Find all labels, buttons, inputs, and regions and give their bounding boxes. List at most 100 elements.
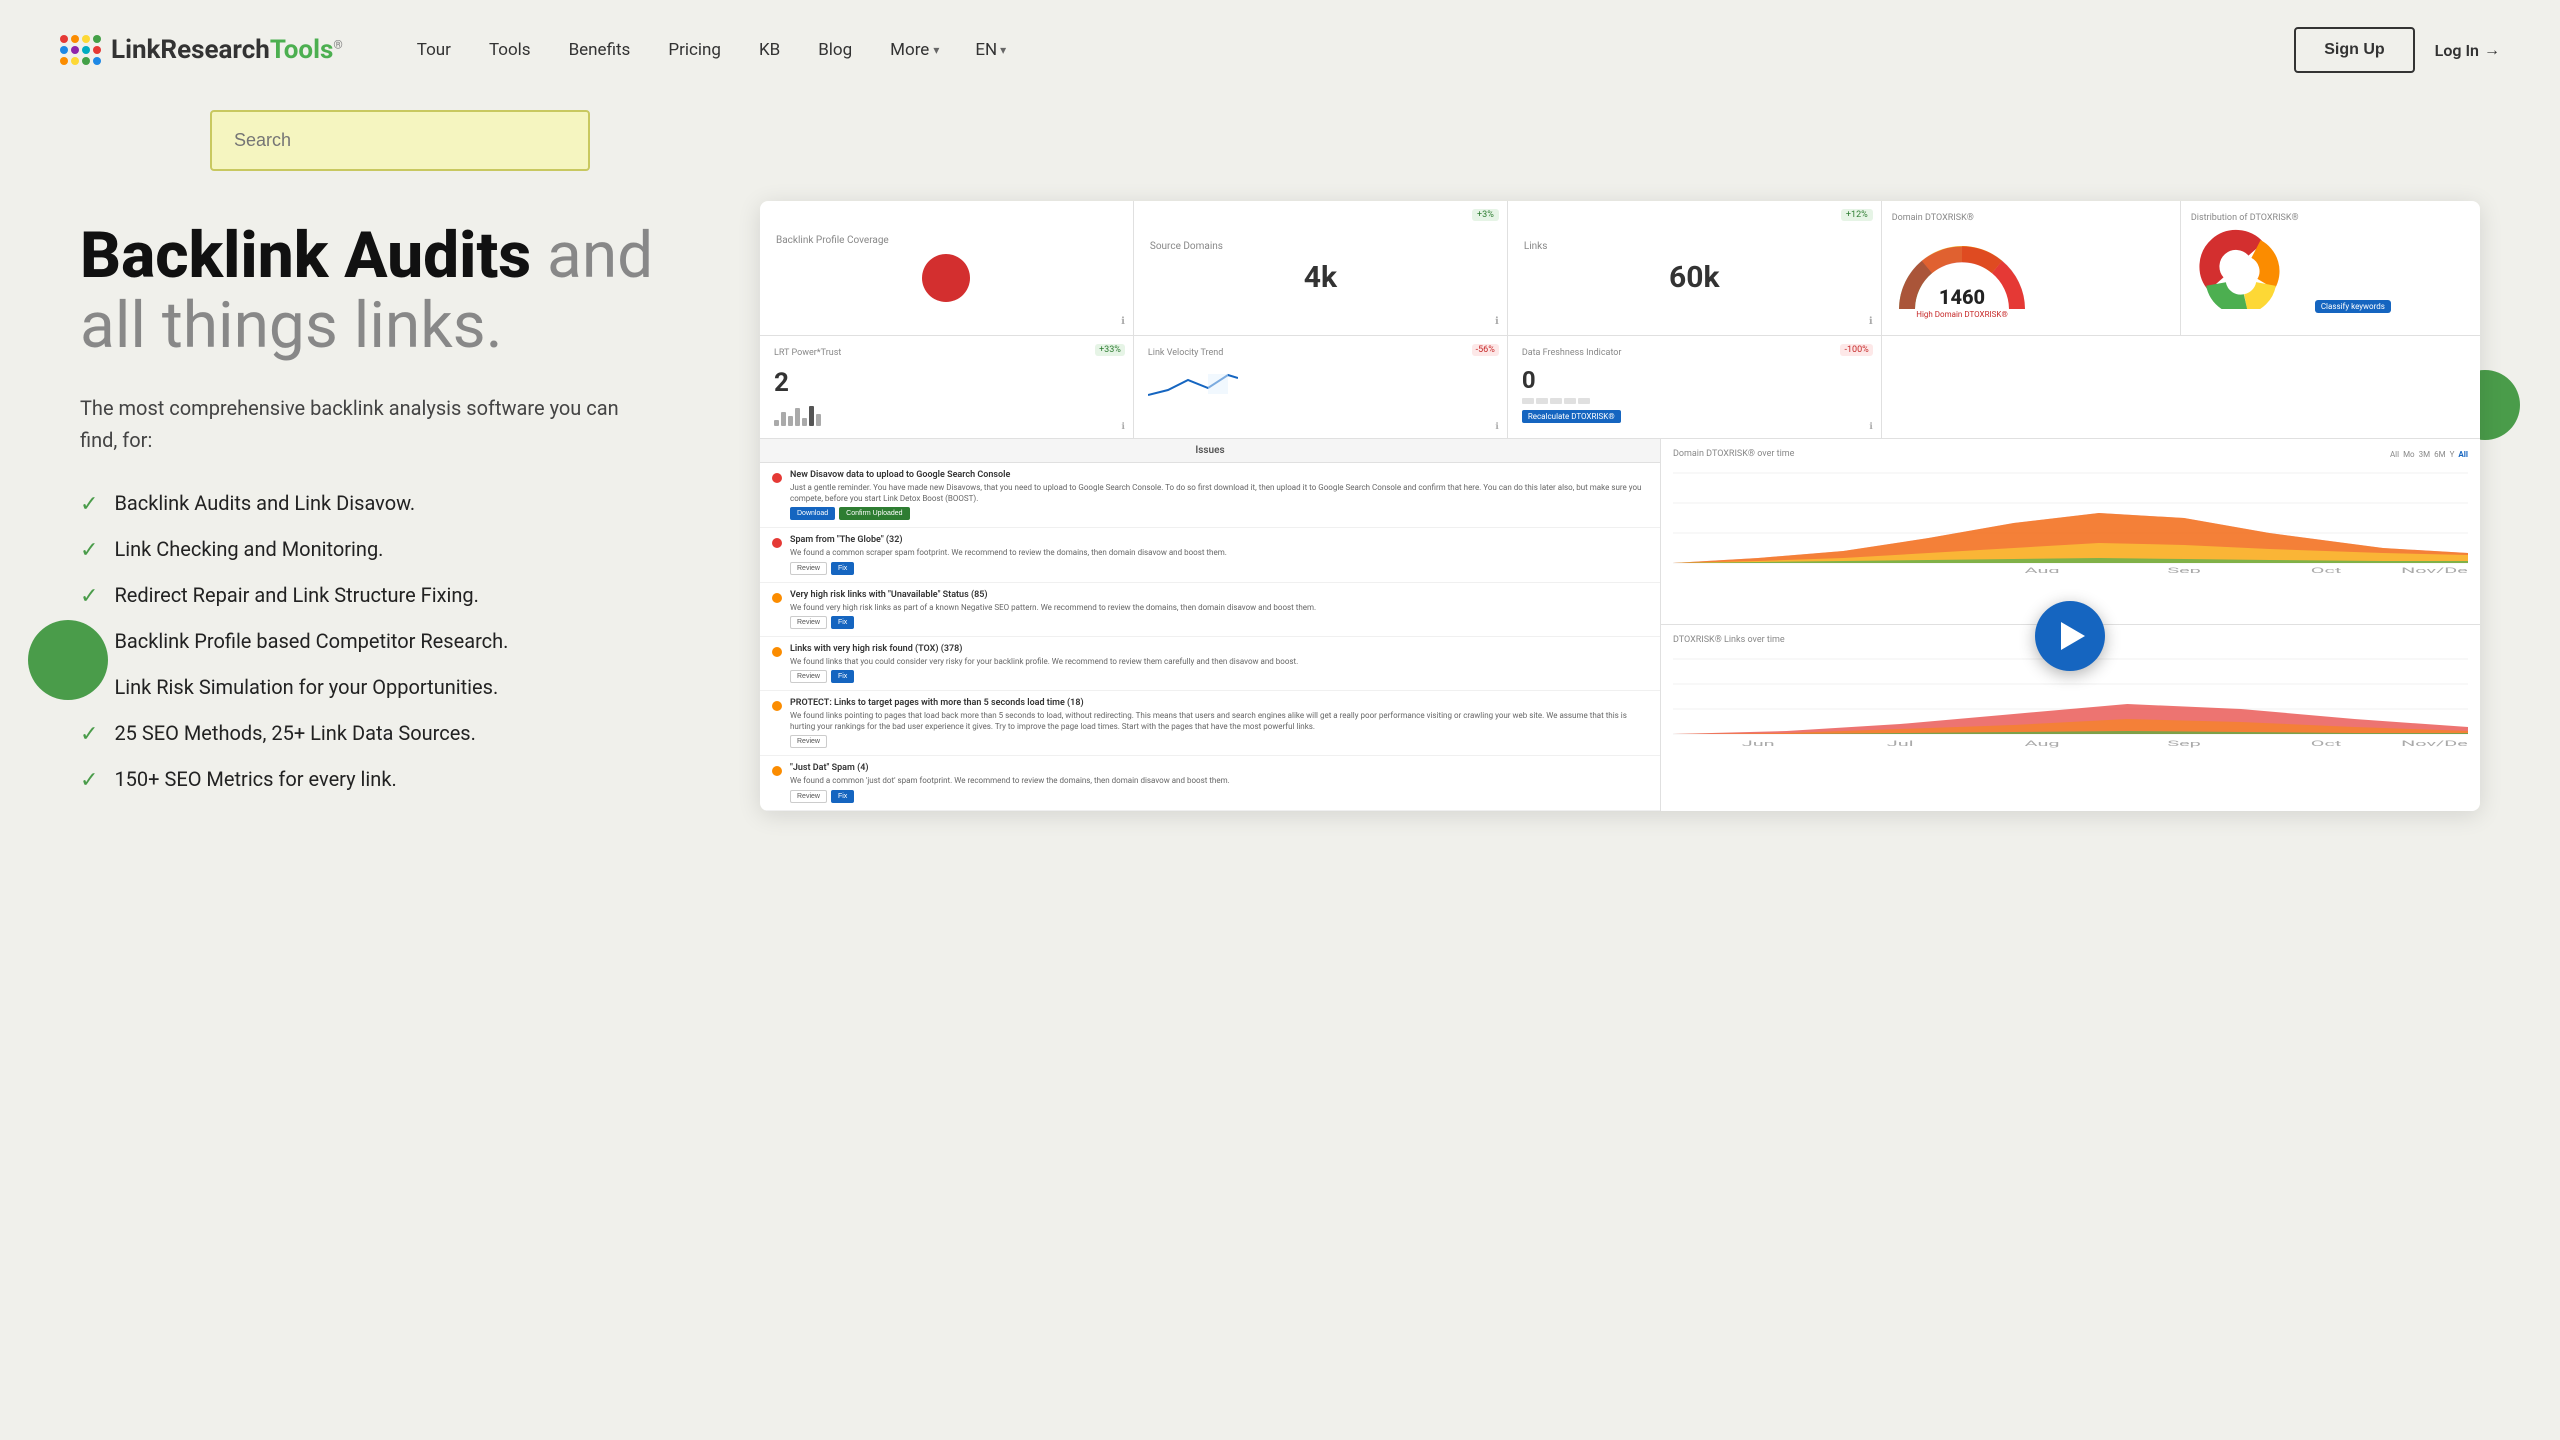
- issue-row-tox: Links with very high risk found (TOX) (3…: [760, 637, 1660, 691]
- chart1-tab-all[interactable]: All: [2390, 450, 2399, 459]
- issue-indicator-red: [772, 473, 782, 483]
- list-item: ✓ Link Risk Simulation for your Opportun…: [80, 675, 700, 701]
- chart1-tab-y[interactable]: Y: [2450, 450, 2455, 459]
- dashboard-row2-empty: [1882, 336, 2480, 438]
- fix-btn[interactable]: Fix: [831, 616, 854, 629]
- nav-item-more[interactable]: More ▾: [876, 32, 953, 68]
- decorative-circle-left: [28, 620, 108, 700]
- dashboard-bottom: Issues New Disavow data to upload to Goo…: [760, 439, 2480, 811]
- recalculate-btn[interactable]: Recalculate DTOXRISK®: [1522, 410, 1621, 423]
- lang-chevron-icon: ▾: [1000, 43, 1006, 57]
- nav-item-tour[interactable]: Tour: [403, 32, 465, 68]
- nav-item-benefits[interactable]: Benefits: [555, 32, 645, 68]
- chevron-down-icon: ▾: [933, 43, 939, 57]
- links-badge: +12%: [1841, 209, 1873, 221]
- lrt-value: 2: [774, 368, 1119, 398]
- chart1-tab-all2[interactable]: All: [2458, 450, 2468, 459]
- freshness-bars: [1522, 398, 1867, 404]
- dashboard-preview: Backlink Profile Coverage ℹ Source Domai…: [760, 201, 2480, 811]
- svg-text:Aug: Aug: [2025, 740, 2060, 748]
- check-icon: ✓: [80, 722, 98, 747]
- language-selector[interactable]: EN ▾: [963, 32, 1018, 68]
- dashboard-card-links: Links +12% 60k ℹ: [1508, 201, 1882, 335]
- info-icon: ℹ: [1495, 316, 1499, 327]
- svg-text:Sep: Sep: [2167, 566, 2200, 573]
- dashboard-card-lrt: LRT Power*Trust +33% 2: [760, 336, 1134, 438]
- review-btn[interactable]: Review: [790, 616, 827, 629]
- search-input[interactable]: [210, 110, 590, 171]
- issue-row-justdat: "Just Dat" Spam (4) We found a common 'j…: [760, 756, 1660, 810]
- check-icon: ✓: [80, 584, 98, 609]
- dashboard-row-1: Backlink Profile Coverage ℹ Source Domai…: [760, 201, 2480, 336]
- issue-indicator-orange: [772, 766, 782, 776]
- charts-panel: Domain DTOXRISK® over time All Mo 3M 6M …: [1661, 439, 2480, 811]
- issues-panel: Issues New Disavow data to upload to Goo…: [760, 439, 1661, 811]
- fix-btn[interactable]: Fix: [831, 562, 854, 575]
- coverage-gauge: [922, 254, 970, 302]
- svg-text:Nov/Dec: Nov/Dec: [2401, 740, 2468, 748]
- lvt-chart: [1148, 370, 1238, 400]
- search-area: [0, 100, 2560, 201]
- dashboard-card-lvt: Link Velocity Trend -56% ℹ: [1134, 336, 1508, 438]
- check-icon: ✓: [80, 768, 98, 793]
- lrt-badge: +33%: [1095, 344, 1125, 356]
- headline: Backlink Audits and all things links.: [80, 221, 700, 362]
- lrt-minibars: [774, 402, 1119, 426]
- check-icon: ✓: [80, 538, 98, 563]
- list-item: ✓ Redirect Repair and Link Structure Fix…: [80, 583, 700, 609]
- list-item: ✓ Backlink Audits and Link Disavow.: [80, 491, 700, 517]
- chart1-tab-mo[interactable]: Mo: [2403, 450, 2415, 459]
- svg-text:Oct: Oct: [2311, 740, 2342, 748]
- chart1-time-controls: All Mo 3M 6M Y All: [2390, 450, 2468, 459]
- nav-item-pricing[interactable]: Pricing: [654, 32, 735, 68]
- dtoxrisk-gauge-panel: Domain DTOXRISK®: [1882, 201, 2181, 335]
- fix-btn[interactable]: Fix: [831, 790, 854, 803]
- info-icon: ℹ: [1869, 422, 1872, 432]
- nav-item-kb[interactable]: KB: [745, 32, 794, 68]
- confirm-uploaded-btn[interactable]: Confirm Uploaded: [839, 507, 909, 520]
- issue-row-unavailable: Very high risk links with "Unavailable" …: [760, 583, 1660, 637]
- svg-text:Jul: Jul: [1887, 740, 1914, 748]
- list-item: ✓ Link Checking and Monitoring.: [80, 537, 700, 563]
- issues-header: Issues: [760, 439, 1660, 463]
- info-icon: ℹ: [1121, 422, 1124, 432]
- header: LinkResearchTools® Tour Tools Benefits P…: [0, 0, 2560, 100]
- logo-dots: [60, 35, 101, 65]
- info-icon: ℹ: [1869, 316, 1873, 327]
- issue-indicator-orange: [772, 593, 782, 603]
- logo-text: LinkResearchTools®: [111, 35, 343, 65]
- download-btn[interactable]: Download: [790, 507, 835, 520]
- source-domains-value: 4k: [1304, 260, 1337, 295]
- issue-row-disavow: New Disavow data to upload to Google Sea…: [760, 463, 1660, 528]
- chart1-container: Domain DTOXRISK® over time All Mo 3M 6M …: [1661, 439, 2480, 625]
- svg-text:1460: 1460: [1939, 285, 1985, 309]
- classify-keywords-btn[interactable]: Classify keywords: [2315, 300, 2391, 313]
- hero-subtitle: The most comprehensive backlink analysis…: [80, 392, 650, 456]
- play-video-button[interactable]: [2035, 601, 2105, 671]
- sign-up-button[interactable]: Sign Up: [2294, 27, 2414, 73]
- issue-indicator-orange: [772, 701, 782, 711]
- review-btn[interactable]: Review: [790, 735, 827, 748]
- dashboard-row-2: LRT Power*Trust +33% 2: [760, 336, 2480, 439]
- logo[interactable]: LinkResearchTools®: [60, 35, 343, 65]
- review-btn[interactable]: Review: [790, 562, 827, 575]
- chart1-tab-6m[interactable]: 6M: [2434, 450, 2445, 459]
- nav-item-tools[interactable]: Tools: [475, 32, 545, 68]
- review-btn[interactable]: Review: [790, 670, 827, 683]
- chart1-title: Domain DTOXRISK® over time: [1673, 449, 1795, 459]
- svg-text:Jun: Jun: [1742, 740, 1775, 748]
- fix-btn[interactable]: Fix: [831, 670, 854, 683]
- issue-row-globe: Spam from "The Globe" (32) We found a co…: [760, 528, 1660, 582]
- svg-text:Sep: Sep: [2167, 740, 2200, 748]
- chart1-tab-3m[interactable]: 3M: [2419, 450, 2430, 459]
- svg-text:High Domain DTOXRISK®: High Domain DTOXRISK®: [1916, 310, 2007, 319]
- review-btn[interactable]: Review: [790, 790, 827, 803]
- feature-checklist: ✓ Backlink Audits and Link Disavow. ✓ Li…: [80, 491, 700, 793]
- nav-item-blog[interactable]: Blog: [804, 32, 866, 68]
- log-in-link[interactable]: Log In →: [2435, 40, 2500, 60]
- dashboard-card-coverage: Backlink Profile Coverage ℹ: [760, 201, 1134, 335]
- links-value: 60k: [1669, 260, 1719, 295]
- list-item: ✓ Backlink Profile based Competitor Rese…: [80, 629, 700, 655]
- dtoxrisk-distribution-svg: [2191, 229, 2311, 309]
- freshness-badge: -100%: [1840, 344, 1872, 356]
